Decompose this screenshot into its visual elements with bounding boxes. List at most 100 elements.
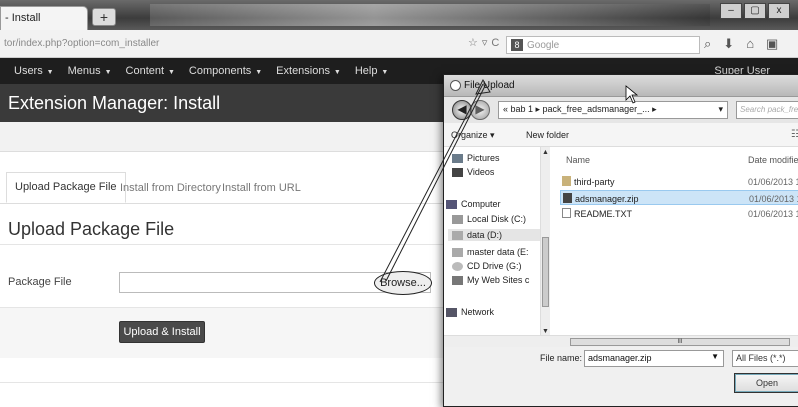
menu-menus-label: Menus [67, 65, 101, 77]
file-name-value: adsmanager.zip [588, 353, 652, 363]
nav-pane-scrollbar[interactable]: ▲ ▼ [540, 147, 550, 335]
scrollbar-thumb[interactable] [542, 237, 549, 307]
web-sites-icon [452, 275, 463, 285]
column-header-date[interactable]: Date modified [748, 155, 798, 165]
scrollbar-thumb[interactable]: III [570, 338, 790, 346]
menu-menus[interactable]: Menus ▼ [68, 65, 112, 77]
nav-buttons: ◀ ▶ [452, 100, 490, 120]
address-bar[interactable]: tor/index.php?option=com_installer [4, 38, 159, 49]
nav-item-label: Computer [461, 199, 501, 209]
file-list: Name Date modified third-party 01/06/201… [550, 147, 798, 335]
nav-item-label: Network [461, 307, 495, 317]
menu-help[interactable]: Help ▼ [355, 65, 389, 77]
column-header-name[interactable]: Name [566, 155, 590, 165]
nav-item-computer[interactable]: Computer [446, 199, 501, 209]
close-button[interactable]: x [768, 3, 790, 19]
file-row[interactable]: third-party 01/06/2013 10 [560, 174, 798, 189]
view-options-icon[interactable]: ☷ [791, 129, 798, 140]
browser-toolbar-icons: ⌕ ⬇ ⌂ ▣ [704, 36, 778, 52]
file-list-scrollbar[interactable]: III [444, 335, 798, 347]
folder-icon [562, 176, 571, 186]
pictures-icon [452, 153, 463, 163]
nav-item-network[interactable]: Network [446, 307, 494, 317]
nav-item-data-d[interactable]: data (D:) [448, 229, 540, 241]
nav-item-videos[interactable]: Videos [452, 167, 494, 177]
browse-button[interactable]: Browse... [374, 271, 432, 295]
file-type-select[interactable]: All Files (*.*) [732, 350, 798, 367]
menu-components[interactable]: Components ▼ [189, 65, 262, 77]
dialog-address-bar: ◀ ▶ « bab 1 ▸ pack_free_adsmanager_... ▸… [444, 97, 798, 123]
google-icon: 8 [511, 39, 523, 51]
browser-nav-bar: tor/index.php?option=com_installer ☆ ▿ C… [0, 30, 798, 58]
file-name: README.TXT [574, 209, 633, 219]
file-name-label: File name: [540, 353, 583, 363]
tab-install-directory[interactable]: Install from Directory [120, 182, 221, 194]
menu-content[interactable]: Content ▼ [126, 65, 175, 77]
file-name-input[interactable]: adsmanager.zip ▼ [584, 350, 724, 367]
dialog-command-bar: Organize ▾ New folder ☷ [444, 123, 798, 147]
menu-extensions[interactable]: Extensions ▼ [276, 65, 341, 77]
section-title: Upload Package File [8, 219, 175, 239]
window-controls: – ▢ x [718, 3, 790, 19]
firefox-icon [450, 80, 461, 91]
menu-users[interactable]: Users ▼ [14, 65, 54, 77]
nav-item-cd-drive[interactable]: CD Drive (G:) [452, 261, 522, 271]
nav-item-label: master data (E: [467, 247, 529, 257]
file-row[interactable]: README.TXT 01/06/2013 10 [560, 206, 798, 221]
caret-down-icon: ▼ [253, 69, 263, 76]
tab-install-url[interactable]: Install from URL [222, 182, 301, 194]
chevron-down-icon[interactable]: ▾ [718, 104, 723, 115]
download-icon[interactable]: ⬇ [723, 36, 734, 52]
nav-item-local-disk[interactable]: Local Disk (C:) [452, 214, 526, 224]
page-title: Extension Manager: Install [8, 93, 221, 113]
file-date: 01/06/2013 10 [748, 209, 798, 219]
search-input[interactable]: 8 Google [506, 36, 700, 54]
chevron-down-icon[interactable]: ▼ [711, 352, 719, 361]
tab-upload-package[interactable]: Upload Package File [6, 172, 126, 203]
browser-tab-bar: - Install + – ▢ x [0, 0, 798, 30]
network-icon [446, 307, 457, 317]
bookmark-star-icon[interactable]: ☆ [468, 36, 478, 49]
reload-icon[interactable]: C [491, 37, 499, 49]
caret-down-icon: ▼ [166, 69, 175, 76]
search-engine-label: Google [527, 40, 560, 51]
open-button[interactable]: Open [734, 373, 798, 393]
package-file-label: Package File [8, 276, 72, 288]
organize-button[interactable]: Organize ▾ [451, 130, 495, 141]
maximize-button[interactable]: ▢ [744, 3, 766, 19]
file-date: 01/06/2013 10 [749, 194, 798, 204]
back-arrow-icon[interactable]: ◀ [452, 100, 472, 120]
browser-tab[interactable]: - Install [0, 6, 88, 30]
bookmarks-icon[interactable]: ▣ [766, 36, 778, 52]
dropdown-icon[interactable]: ▿ [482, 36, 488, 49]
new-folder-button[interactable]: New folder [526, 130, 569, 140]
nav-item-label: CD Drive (G:) [467, 261, 522, 271]
nav-item-pictures[interactable]: Pictures [452, 153, 500, 163]
zip-file-icon [563, 193, 572, 203]
minimize-button[interactable]: – [720, 3, 742, 19]
scroll-up-icon[interactable]: ▲ [542, 149, 549, 156]
file-date: 01/06/2013 10 [748, 177, 798, 187]
nav-item-master-data[interactable]: master data (E: [452, 247, 529, 257]
path-breadcrumb[interactable]: « bab 1 ▸ pack_free_adsmanager_... ▸ ▾ [498, 101, 728, 119]
file-row[interactable]: adsmanager.zip 01/06/2013 10 [560, 190, 798, 205]
upload-install-button[interactable]: Upload & Install [119, 321, 205, 343]
forward-arrow-icon[interactable]: ▶ [470, 100, 490, 120]
nav-item-label: Local Disk (C:) [467, 214, 527, 224]
dialog-title: File Upload [464, 80, 515, 91]
menu-content-label: Content [125, 65, 165, 77]
navigation-pane: Pictures Videos Computer Local Disk (C:)… [444, 147, 550, 335]
drive-icon [452, 230, 463, 240]
magnifier-icon[interactable]: ⌕ [704, 36, 711, 52]
tab-bar-background [150, 4, 710, 26]
caret-down-icon: ▼ [379, 69, 389, 76]
text-file-icon [562, 208, 571, 218]
videos-icon [452, 167, 463, 177]
scroll-down-icon[interactable]: ▼ [542, 328, 549, 335]
new-tab-button[interactable]: + [92, 8, 116, 26]
home-icon[interactable]: ⌂ [746, 36, 754, 52]
dialog-search-input[interactable]: Search pack_free [736, 101, 798, 119]
file-name: adsmanager.zip [575, 194, 639, 204]
computer-icon [446, 199, 457, 209]
nav-item-my-web-sites[interactable]: My Web Sites c [452, 275, 529, 285]
